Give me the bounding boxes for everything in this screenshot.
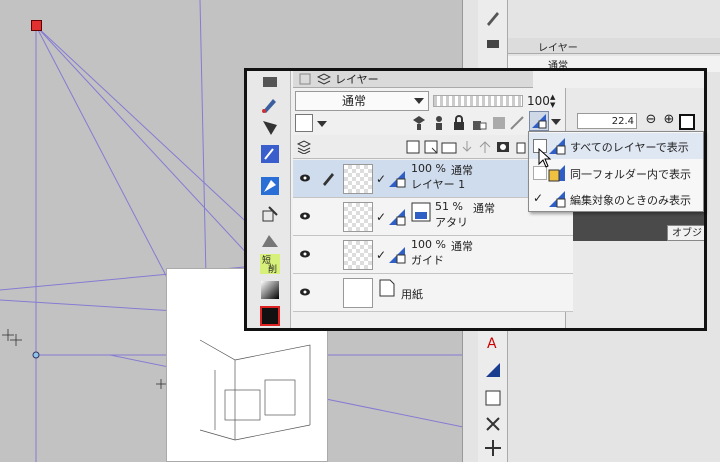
layer-mode: 通常 bbox=[451, 240, 473, 253]
svg-text:削: 削 bbox=[268, 263, 277, 275]
paper-icon bbox=[379, 279, 395, 297]
frame-tool-icon[interactable] bbox=[483, 360, 503, 380]
ruler-display-range-menu: すべてのレイヤーで表示 同一フォルダー内で表示 ✓ 編集対象のときのみ表示 bbox=[528, 131, 704, 212]
layer-thumbnail bbox=[343, 202, 373, 232]
room-sketch bbox=[199, 339, 311, 441]
text-tool-icon[interactable]: A bbox=[483, 332, 503, 352]
layer-name: レイヤー 1 bbox=[411, 178, 466, 191]
layer-name: ガイド bbox=[411, 254, 444, 267]
perspective-ruler-icon bbox=[532, 114, 547, 129]
layer-thumbnail bbox=[343, 164, 373, 194]
lock-transparent-icon[interactable] bbox=[471, 114, 487, 132]
new-vector-layer-icon[interactable] bbox=[423, 139, 439, 155]
brush-tool-icon[interactable] bbox=[259, 93, 281, 115]
zoom-field[interactable]: 22.4 bbox=[577, 113, 637, 129]
zoom-out-icon[interactable]: ⊖ bbox=[643, 112, 659, 128]
ruler-icon[interactable] bbox=[387, 207, 407, 227]
menu-item-label: すべてのレイヤーで表示 bbox=[570, 141, 689, 154]
zoom-in-icon[interactable]: ⊕ bbox=[661, 112, 677, 128]
correction-tool-icon[interactable] bbox=[483, 414, 503, 434]
ruler-display-range-button[interactable] bbox=[529, 111, 549, 131]
blend-mode-value: 通常 bbox=[342, 94, 367, 108]
eye-icon[interactable] bbox=[299, 286, 311, 298]
mask-create-icon[interactable] bbox=[495, 139, 511, 155]
brush-tool-icon[interactable] bbox=[483, 8, 503, 28]
opacity-slider[interactable] bbox=[433, 95, 523, 107]
gradient-tool-icon[interactable] bbox=[259, 279, 281, 301]
blend-mode-select[interactable]: 通常 bbox=[295, 91, 429, 111]
new-folder-icon[interactable] bbox=[441, 139, 457, 155]
layer-stack-icon[interactable] bbox=[297, 140, 311, 154]
eraser-tool-icon[interactable] bbox=[259, 71, 281, 93]
menu-check bbox=[533, 166, 547, 180]
chevron-down-icon[interactable] bbox=[551, 119, 561, 125]
pen-tool-icon[interactable] bbox=[259, 117, 281, 139]
delete-layer-icon[interactable] bbox=[513, 139, 529, 155]
shortcut-tool-icon[interactable]: 短削 bbox=[259, 253, 281, 275]
mask-icon[interactable] bbox=[491, 114, 507, 132]
layer-opacity: 100 % bbox=[411, 162, 446, 175]
clipping-icon[interactable] bbox=[431, 114, 447, 132]
new-raster-layer-icon[interactable] bbox=[405, 139, 421, 155]
checkmark-icon: ✓ bbox=[533, 191, 544, 205]
edit-pen-icon bbox=[323, 173, 334, 186]
layer-row[interactable]: ✓ 100 % 通常 ガイド bbox=[293, 236, 573, 274]
menu-item-same-folder[interactable]: 同一フォルダー内で表示 bbox=[529, 160, 703, 186]
layer-row[interactable]: 用紙 bbox=[293, 274, 573, 312]
lock-icon[interactable] bbox=[451, 114, 467, 132]
eye-icon[interactable] bbox=[299, 248, 311, 260]
object-button[interactable]: オブジ bbox=[667, 225, 704, 241]
layer-tabbar: レイヤー bbox=[293, 71, 533, 88]
layer-thumbnail bbox=[343, 240, 373, 270]
layer-command-bar bbox=[293, 135, 563, 159]
menu-item-edit-target-only[interactable]: ✓ 編集対象のときのみ表示 bbox=[529, 186, 703, 212]
ruler-check-icon[interactable]: ✓ bbox=[376, 172, 386, 186]
menu-item-all-layers[interactable]: すべてのレイヤーで表示 bbox=[529, 133, 703, 159]
chevron-down-icon[interactable] bbox=[317, 121, 327, 127]
ruler-check-icon[interactable]: ✓ bbox=[376, 210, 386, 224]
transfer-down-icon[interactable] bbox=[459, 139, 475, 155]
perspective-ruler-icon bbox=[549, 191, 566, 208]
reference-layer-icon[interactable] bbox=[411, 114, 427, 132]
layer-color-icon bbox=[411, 202, 431, 222]
transform-tool-icon[interactable] bbox=[259, 203, 281, 225]
layer-name: 用紙 bbox=[401, 288, 423, 301]
eye-icon[interactable] bbox=[299, 210, 311, 222]
eraser-tool-icon[interactable] bbox=[483, 32, 503, 52]
ruler-tool-icon[interactable] bbox=[259, 305, 281, 327]
panel-grip-icon[interactable] bbox=[299, 73, 311, 85]
blend-tool-icon[interactable] bbox=[259, 229, 281, 251]
layer-color-swatch[interactable] bbox=[295, 114, 313, 132]
eye-icon[interactable] bbox=[299, 172, 311, 184]
vanishing-point-handle[interactable] bbox=[31, 20, 42, 31]
background-layer-tab[interactable]: レイヤー bbox=[538, 39, 578, 54]
layer-name: アタリ bbox=[435, 216, 468, 229]
opacity-spinner[interactable]: ▲ ▼ bbox=[550, 93, 560, 109]
chevron-down-icon bbox=[414, 98, 424, 104]
fit-screen-icon[interactable] bbox=[679, 114, 695, 130]
marker-tool-icon[interactable] bbox=[259, 143, 281, 165]
tool-palette: 短削 bbox=[247, 71, 291, 328]
operation-tool-icon[interactable] bbox=[483, 388, 503, 408]
layer-stack-icon bbox=[317, 73, 331, 85]
menu-item-label: 編集対象のときのみ表示 bbox=[570, 194, 691, 207]
layer-thumbnail bbox=[343, 278, 373, 308]
merge-down-icon[interactable] bbox=[477, 139, 493, 155]
layer-mode: 通常 bbox=[473, 202, 495, 215]
ruler-icon[interactable] bbox=[387, 245, 407, 265]
mouse-cursor-icon bbox=[538, 148, 552, 168]
layer-opacity: 100 % bbox=[411, 238, 446, 251]
perspective-ruler-icon[interactable] bbox=[387, 169, 407, 189]
layer-opacity: 51 % bbox=[435, 200, 463, 213]
move-tool-icon[interactable] bbox=[483, 438, 503, 458]
menu-item-label: 同一フォルダー内で表示 bbox=[570, 168, 691, 181]
background-layer-tabbar: レイヤー bbox=[508, 38, 720, 54]
ruler-range-icon[interactable] bbox=[509, 114, 525, 132]
svg-text:A: A bbox=[487, 336, 497, 352]
fill-tool-icon[interactable] bbox=[259, 175, 281, 197]
tab-layer[interactable]: レイヤー bbox=[335, 73, 379, 87]
ruler-check-icon[interactable]: ✓ bbox=[376, 248, 386, 262]
